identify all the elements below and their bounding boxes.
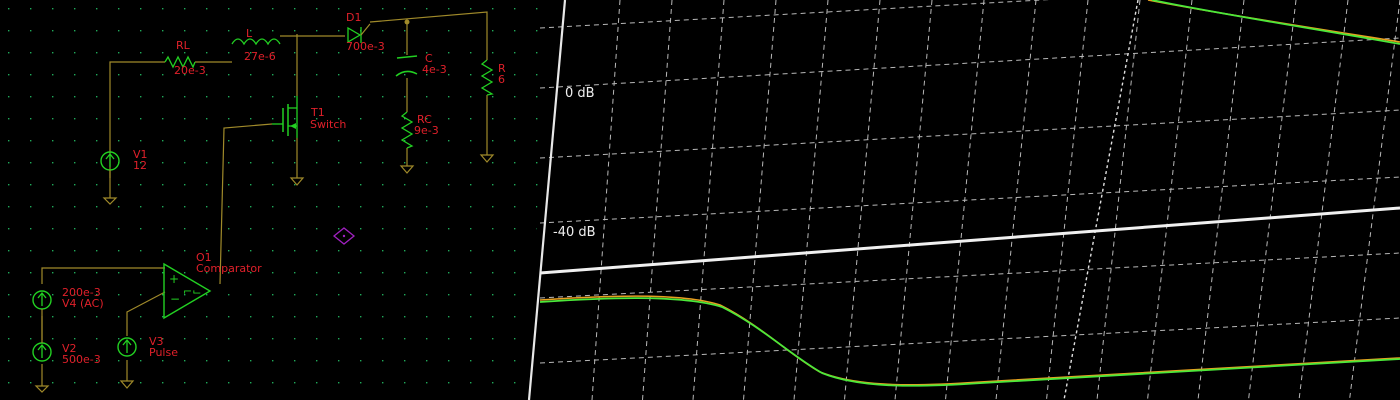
minus40-db-label: -40 dB <box>553 225 596 240</box>
bode-plot-view[interactable]: 0 dB -40 dB <box>0 0 1400 400</box>
zero-db-label: 0 dB <box>565 86 595 101</box>
